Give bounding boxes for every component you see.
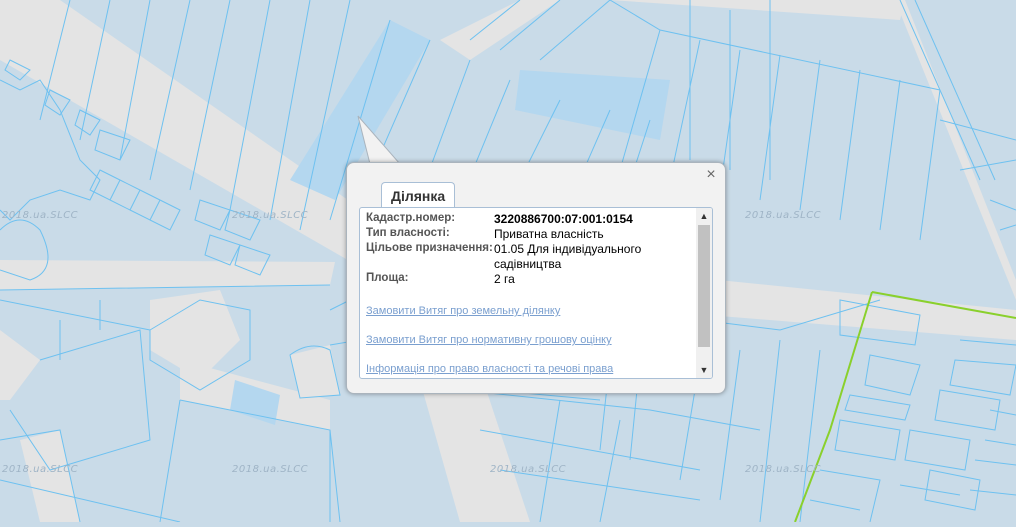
parcel-info-popup: × Ділянка Кадастр.номер: 3220886700:07:0… — [346, 162, 726, 394]
field-label: Площа: — [366, 272, 409, 284]
scroll-down-icon[interactable]: ▼ — [696, 362, 712, 378]
close-icon[interactable]: × — [704, 167, 718, 183]
parcel-fields: Кадастр.номер: 3220886700:07:001:0154 Ти… — [366, 212, 696, 287]
cadastral-number: 3220886700:07:001:0154 — [494, 212, 633, 226]
tab-parcel[interactable]: Ділянка — [381, 182, 456, 208]
watermark: 2018.ua.SLCC — [490, 464, 567, 475]
field-label: Цільове призначення: — [366, 242, 493, 254]
parcel-details-panel[interactable]: Кадастр.номер: 3220886700:07:001:0154 Ти… — [359, 207, 713, 379]
watermark: 2018.ua.SLCC — [232, 464, 309, 475]
field-row: Площа: 2 га — [366, 272, 696, 287]
intended-purpose: 01.05 Для індивідуального садівництва — [494, 242, 642, 271]
field-label: Тип власності: — [366, 227, 450, 239]
scrollbar[interactable]: ▲ ▼ — [696, 208, 712, 378]
ownership-rights-info-link[interactable]: Інформація про право власності та речові… — [366, 363, 613, 375]
field-row: Цільове призначення: 01.05 Для індивідуа… — [366, 242, 696, 272]
ownership-type: Приватна власність — [494, 227, 604, 241]
scroll-thumb[interactable] — [698, 225, 710, 347]
watermark: 2018.ua.SLCC — [232, 210, 309, 221]
parcel-area: 2 га — [494, 272, 515, 286]
order-land-extract-link[interactable]: Замовити Витяг про земельну ділянку — [366, 305, 560, 317]
scroll-up-icon[interactable]: ▲ — [696, 208, 712, 224]
watermark: 2018.ua.SLCC — [745, 210, 822, 221]
field-row: Кадастр.номер: 3220886700:07:001:0154 — [366, 212, 696, 227]
watermark: 2018.ua.SLCC — [2, 464, 79, 475]
order-valuation-extract-link[interactable]: Замовити Витяг про нормативну грошову оц… — [366, 334, 612, 346]
field-row: Тип власності: Приватна власність — [366, 227, 696, 242]
field-label: Кадастр.номер: — [366, 212, 456, 224]
watermark: 2018.ua.SLCC — [2, 210, 79, 221]
watermark: 2018.ua.SLCC — [745, 464, 822, 475]
